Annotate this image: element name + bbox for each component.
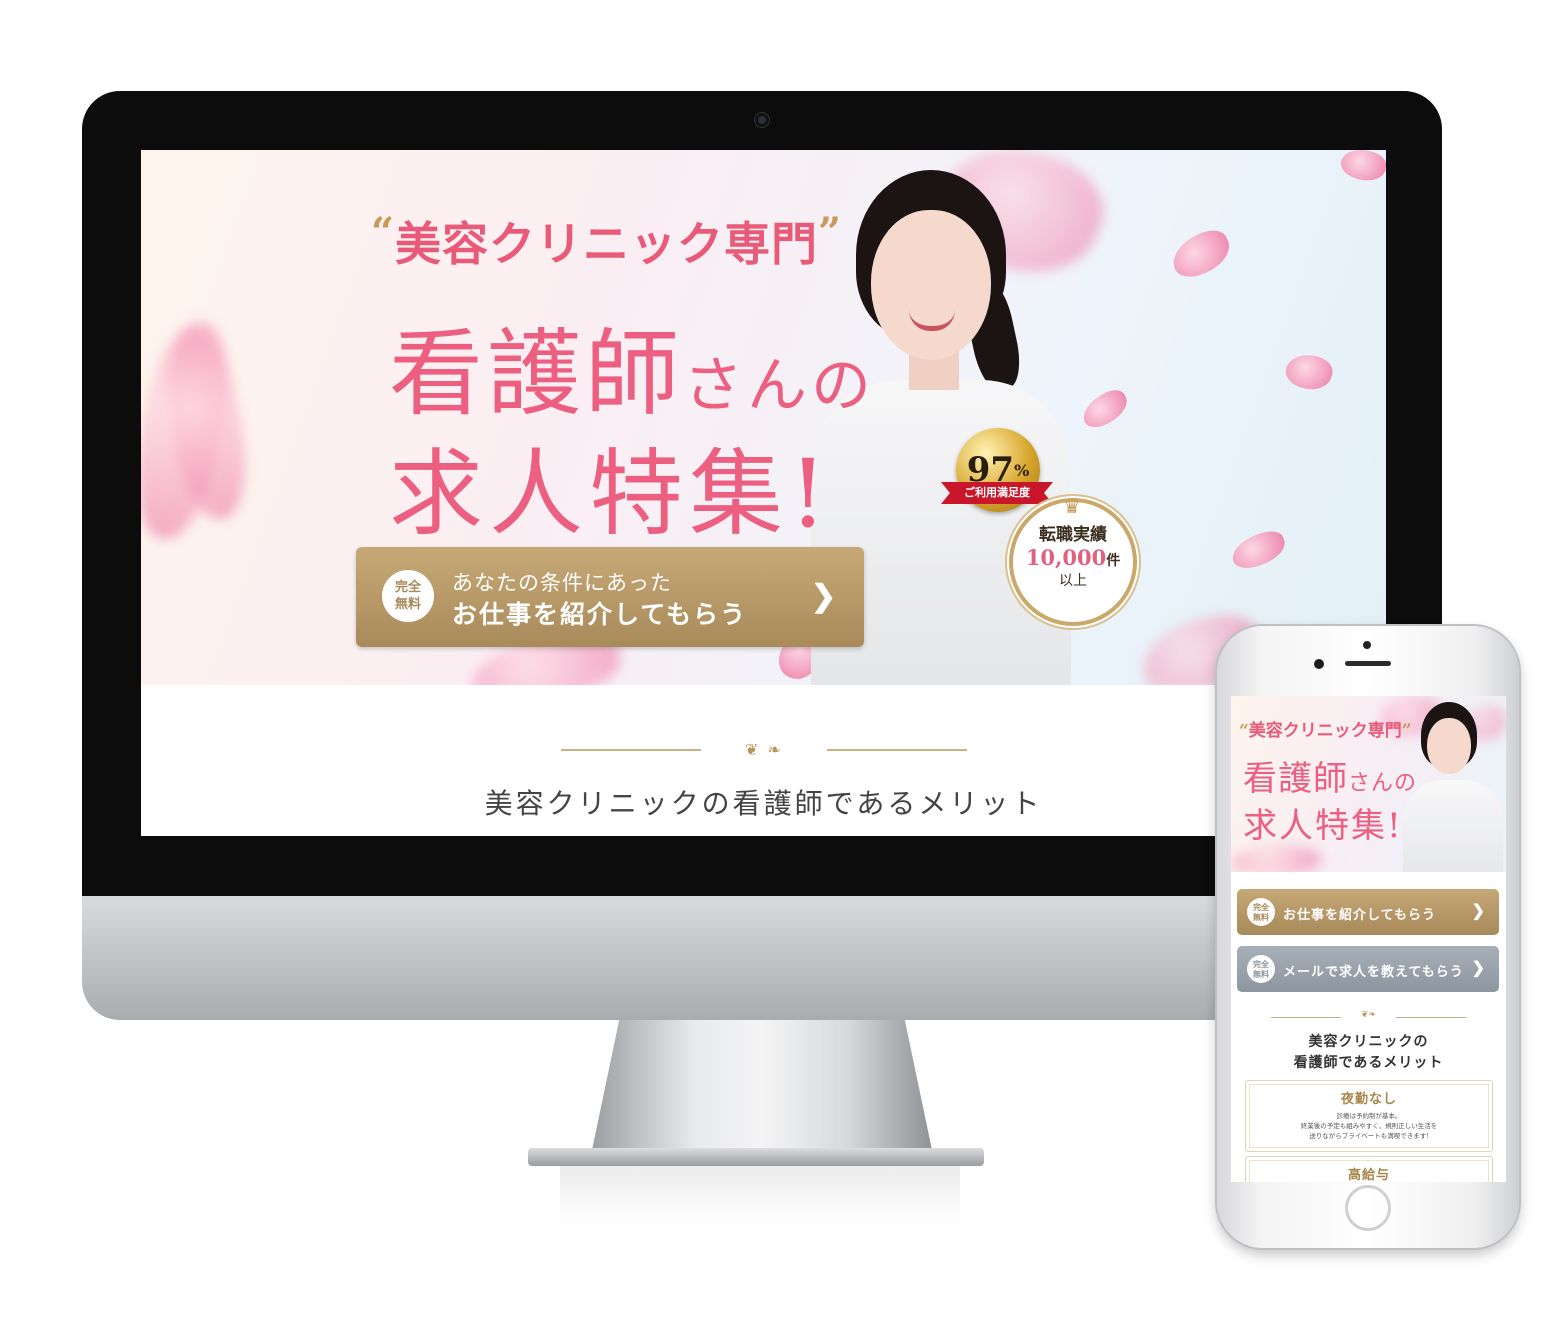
nurse-photo	[1403, 702, 1503, 872]
merit-title: 夜勤なし	[1340, 1092, 1397, 1107]
monitor-reflection	[560, 1166, 960, 1226]
desktop-screen: “美容クリニック専門” 看護師さんの 求人特集! 97% ご利用満足度 ♛ 転職…	[141, 150, 1386, 836]
petal-decoration	[1165, 224, 1237, 284]
merit-body: 診療は予約制が基本。 終業後の予定も組みやすく、規則正しい生活を 送りながらプラ…	[1300, 1112, 1438, 1140]
merit-card: 高給与	[1245, 1156, 1493, 1182]
sensor-icon	[1314, 659, 1324, 669]
section-ornament: ❦❧	[1271, 1010, 1466, 1023]
job-introduction-button[interactable]: 完全 無料 お仕事を紹介してもらう ❯	[1237, 889, 1499, 935]
cta-line2: お仕事を紹介してもらう	[452, 600, 748, 629]
button-label: メールで求人を教えてもらう	[1283, 965, 1464, 980]
phone-speaker	[1345, 661, 1391, 666]
section-heading: 美容クリニックの看護師であるメリット	[484, 787, 1043, 820]
flourish-icon: ❦❧	[1360, 1010, 1377, 1020]
hero-title-line2: 求人特集!	[1243, 806, 1403, 846]
hero-subtitle: “美容クリニック専門”	[371, 209, 843, 271]
mobile-screen: “美容クリニック専門” 看護師さんの 求人特集! 完全 無料 お仕事を紹介してもら…	[1231, 696, 1506, 1182]
monitor-foot	[528, 1148, 984, 1166]
placement-record-seal: ♛ 転職実績 10,000件 以上	[1009, 494, 1137, 626]
home-button[interactable]	[1345, 1185, 1391, 1231]
job-introduction-button[interactable]: 完全 無料 あなたの条件にあった お仕事を紹介してもらう ❯	[356, 547, 864, 647]
merit-title: 高給与	[1347, 1168, 1390, 1182]
button-label: お仕事を紹介してもらう	[1283, 908, 1436, 923]
email-jobs-button[interactable]: 完全 無料 メールで求人を教えてもらう ❯	[1237, 946, 1499, 992]
section-ornament: ❦ ❧	[561, 740, 967, 760]
section-heading: 美容クリニックの看護師であるメリット	[1293, 1034, 1444, 1071]
petal-decoration	[1231, 846, 1321, 872]
front-camera-icon	[1363, 641, 1371, 649]
petal-decoration	[1227, 526, 1290, 574]
desktop-hero: “美容クリニック専門” 看護師さんの 求人特集! 97% ご利用満足度 ♛ 転職…	[141, 150, 1386, 685]
monitor-stand	[592, 1020, 932, 1150]
crown-icon: ♛	[1063, 494, 1081, 518]
satisfaction-ribbon: ご利用満足度	[941, 482, 1053, 504]
webcam-icon	[755, 113, 769, 127]
petal-decoration	[1282, 349, 1336, 395]
cta-line1: あなたの条件にあった	[452, 571, 672, 595]
free-badge: 完全 無料	[382, 570, 434, 622]
chevron-right-icon: ❯	[811, 579, 837, 614]
free-badge: 完全 無料	[1247, 898, 1275, 926]
merit-card: 夜勤なし 診療は予約制が基本。 終業後の予定も組みやすく、規則正しい生活を 送り…	[1245, 1080, 1493, 1152]
mobile-hero: “美容クリニック専門” 看護師さんの 求人特集!	[1231, 696, 1506, 872]
petal-decoration	[1337, 150, 1386, 186]
free-badge: 完全 無料	[1247, 955, 1275, 983]
hero-title-line2: 求人特集!	[389, 440, 833, 549]
hero-title-line1: 看護師さんの	[1243, 759, 1418, 799]
chevron-right-icon: ❯	[1471, 958, 1485, 977]
hero-subtitle: “美容クリニック専門”	[1239, 721, 1412, 741]
chevron-right-icon: ❯	[1471, 901, 1485, 920]
hero-title-line1: 看護師さんの	[389, 320, 876, 429]
flourish-icon: ❦ ❧	[745, 740, 783, 759]
